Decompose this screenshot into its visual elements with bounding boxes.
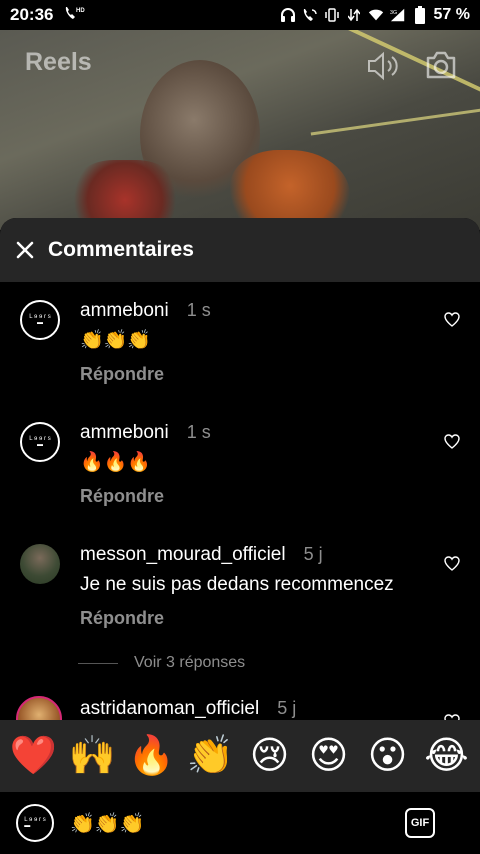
reply-button[interactable]: Répondre — [80, 486, 164, 507]
battery-icon — [412, 6, 428, 24]
emoji-raising-hands[interactable]: 🙌 — [69, 737, 117, 775]
comment-input-bar: L ɘ ɘ r s ▬ 👏👏👏 GIF — [0, 792, 480, 854]
avatar[interactable]: L ɘ ɘ r s ▬ — [20, 422, 60, 462]
emoji-clapping[interactable]: 👏 — [187, 737, 235, 775]
comment-username[interactable]: messon_mourad_officiel — [80, 544, 286, 566]
reels-title: Reels — [25, 48, 92, 76]
status-right: 3G 57 % — [280, 6, 470, 24]
avatar[interactable] — [16, 696, 62, 720]
comment-username[interactable]: ammeboni — [80, 422, 169, 444]
heart-icon[interactable] — [444, 556, 462, 572]
wifi-call-icon — [302, 7, 318, 23]
comment-username[interactable]: ammeboni — [80, 300, 169, 322]
reply-button[interactable]: Répondre — [80, 608, 164, 629]
comment-time: 1 s — [186, 300, 211, 320]
emoji-heart[interactable]: ❤️ — [10, 737, 58, 775]
replies-divider — [78, 662, 118, 664]
data-arrows-icon — [346, 7, 362, 23]
emoji-quick-bar: ❤️ 🙌 🔥 👏 😢 😍 😮 😂 — [0, 720, 480, 792]
signal-icon: 3G — [390, 7, 406, 23]
avatar[interactable] — [20, 544, 60, 584]
svg-text:3G: 3G — [390, 10, 397, 16]
emoji-heart-eyes[interactable]: 😍 — [305, 737, 353, 775]
comment-time: 5 j — [277, 698, 297, 718]
comment-text: Je ne suis pas dedans recommencez — [80, 574, 394, 595]
comment-text: 🔥🔥🔥 — [80, 452, 151, 473]
comment-header: astridanoman_officiel 5 j — [80, 698, 296, 720]
comment-input[interactable]: 👏👏👏 — [70, 811, 370, 836]
comment-header: ammeboni 1 s — [80, 422, 211, 444]
emoji-fire[interactable]: 🔥 — [128, 737, 176, 775]
emoji-surprised[interactable]: 😮 — [364, 737, 412, 775]
emoji-tears-of-joy[interactable]: 😂 — [423, 737, 471, 775]
status-left: 20:36 HD — [10, 5, 86, 26]
wifi-icon — [368, 7, 384, 23]
comment-time: 5 j — [303, 544, 323, 564]
comment-header: ammeboni 1 s — [80, 300, 211, 322]
avatar-logo: L ɘ ɘ r s ▬ — [24, 817, 46, 829]
heart-icon[interactable] — [444, 312, 462, 328]
hd-text: HD — [76, 8, 85, 14]
comment-header: messon_mourad_officiel 5 j — [80, 544, 323, 566]
camera-icon[interactable] — [424, 48, 458, 82]
battery-percent: 57 % — [433, 6, 470, 23]
video-stripe — [310, 107, 480, 136]
reply-button[interactable]: Répondre — [80, 364, 164, 385]
comments-sheet: Commentaires L ɘ ɘ r s ▬ ammeboni 1 s 👏👏👏… — [0, 218, 480, 854]
emoji-crying[interactable]: 😢 — [246, 737, 294, 775]
sheet-title: Commentaires — [48, 238, 194, 261]
headphones-icon — [280, 7, 296, 23]
comments-list[interactable]: L ɘ ɘ r s ▬ ammeboni 1 s 👏👏👏 Répondre L ɘ… — [0, 282, 480, 720]
comment-username[interactable]: astridanoman_officiel — [80, 698, 259, 720]
view-replies-label: Voir 3 réponses — [134, 654, 246, 671]
phone-hd-icon: HD — [63, 5, 86, 26]
gif-button[interactable]: GIF — [405, 808, 435, 838]
self-avatar: L ɘ ɘ r s ▬ — [16, 804, 54, 842]
avatar-logo: L ɘ ɘ r s ▬ — [29, 436, 51, 448]
status-bar: 20:36 HD 3G 57 % — [0, 0, 480, 30]
comment-text: 👏👏👏 — [80, 330, 151, 351]
heart-icon[interactable] — [444, 434, 462, 450]
close-icon[interactable] — [14, 239, 36, 261]
avatar[interactable]: L ɘ ɘ r s ▬ — [20, 300, 60, 340]
comment-time: 1 s — [186, 422, 211, 442]
speaker-icon[interactable] — [366, 50, 400, 82]
vibrate-icon — [324, 7, 340, 23]
avatar-logo: L ɘ ɘ r s ▬ — [29, 314, 51, 326]
sheet-header: Commentaires — [0, 218, 480, 282]
view-replies-button[interactable]: Voir 3 réponses — [78, 654, 245, 672]
status-time: 20:36 — [10, 5, 54, 24]
